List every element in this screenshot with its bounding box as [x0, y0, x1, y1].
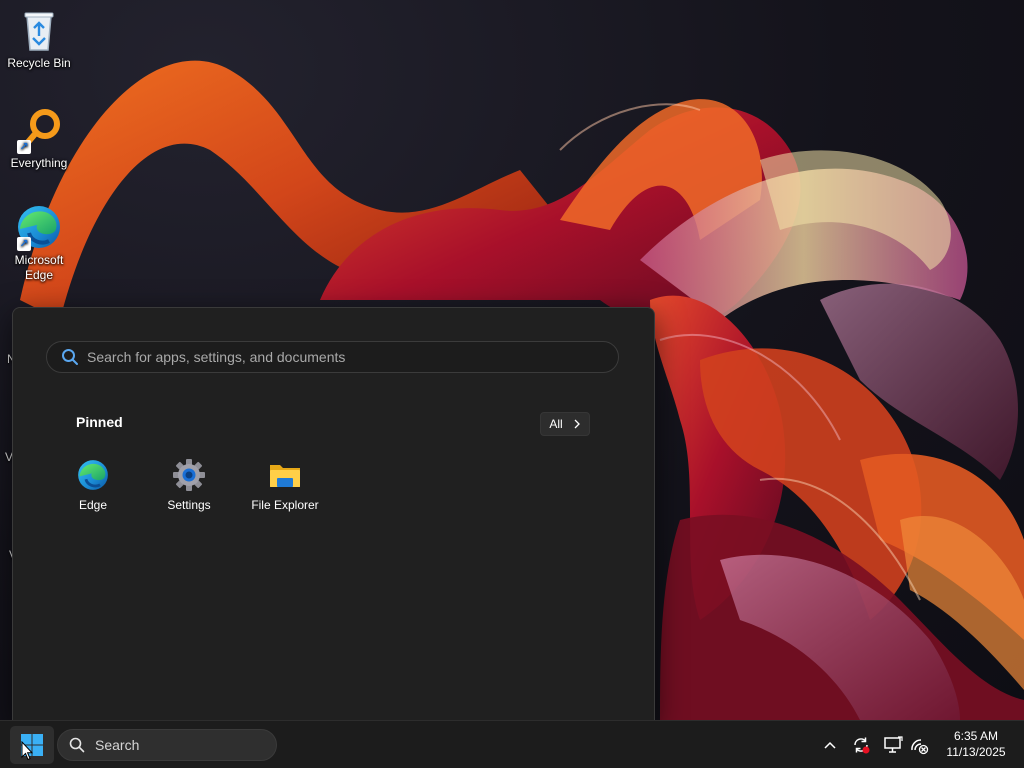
- desktop-icon-label: Recycle Bin: [7, 56, 71, 70]
- search-icon: [69, 737, 85, 753]
- desktop-icon-everything[interactable]: ↗ Everything: [1, 106, 77, 171]
- shortcut-arrow-icon: ↗: [17, 237, 31, 251]
- mouse-cursor-icon: [21, 741, 33, 761]
- edge-icon: ↗: [15, 203, 63, 251]
- recycle-bin-icon: [15, 6, 63, 54]
- pinned-app-label: Edge: [78, 498, 108, 512]
- taskbar: Search 6:35 AM 11/13/2025: [0, 720, 1024, 768]
- start-menu: Pinned All Edge: [12, 307, 655, 721]
- pinned-app-file-explorer[interactable]: File Explorer: [240, 456, 330, 512]
- all-apps-button[interactable]: All: [540, 412, 590, 436]
- chevron-right-icon: [574, 419, 580, 429]
- display-icon[interactable]: [883, 735, 903, 755]
- pinned-heading: Pinned: [76, 414, 123, 430]
- everything-search-icon: ↗: [15, 106, 63, 154]
- sync-icon[interactable]: [851, 735, 871, 755]
- pinned-app-settings[interactable]: Settings: [144, 456, 234, 512]
- pinned-app-label: File Explorer: [251, 498, 319, 512]
- desktop-icon-microsoft-edge[interactable]: ↗ Microsoft Edge: [1, 203, 77, 283]
- taskbar-search-label: Search: [95, 737, 140, 753]
- clock-date: 11/13/2025: [946, 745, 1006, 759]
- all-apps-label: All: [549, 417, 563, 431]
- taskbar-search-box[interactable]: Search: [57, 729, 277, 761]
- shortcut-arrow-icon: ↗: [17, 140, 31, 154]
- folder-icon: [268, 458, 302, 492]
- chevron-up-icon[interactable]: [820, 735, 840, 755]
- pinned-app-label: Settings: [167, 498, 211, 512]
- desktop-icon-recycle-bin[interactable]: Recycle Bin: [1, 6, 77, 71]
- network-disconnected-icon[interactable]: [909, 735, 929, 755]
- taskbar-clock[interactable]: 6:35 AM 11/13/2025: [936, 728, 1016, 760]
- start-search-box[interactable]: [46, 341, 619, 373]
- start-search-input[interactable]: [87, 343, 618, 371]
- edge-icon: [76, 458, 110, 492]
- desktop-icon-label: Everything: [10, 156, 68, 170]
- desktop-icon-label: Microsoft Edge: [14, 253, 64, 282]
- gear-icon: [172, 458, 206, 492]
- clock-time: 6:35 AM: [953, 729, 999, 743]
- search-icon: [62, 349, 78, 365]
- pinned-app-edge[interactable]: Edge: [48, 456, 138, 512]
